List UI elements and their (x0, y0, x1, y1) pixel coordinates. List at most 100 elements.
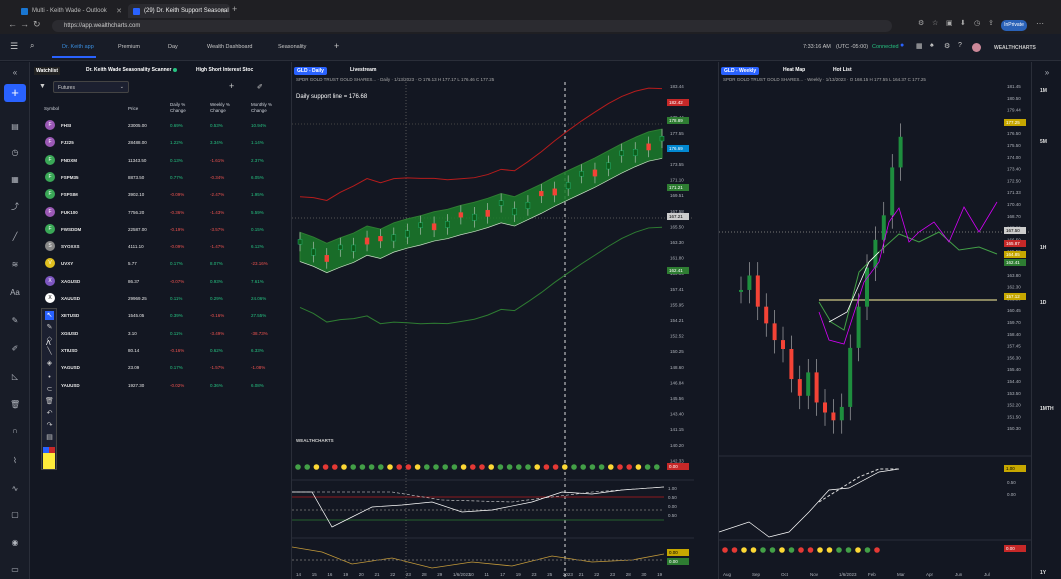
watchlist-row[interactable]: F FJ225 28488.00 1.22% 3.34% 1.14% (31, 134, 289, 151)
search-icon[interactable]: ⌕ (30, 41, 34, 51)
back-icon[interactable]: ← (8, 19, 17, 29)
collections-icon[interactable]: ▣ (946, 19, 953, 27)
brush-icon[interactable]: ✎ (10, 316, 20, 326)
watchlist-row[interactable]: X XETUSD 1545.05 0.39% -0.16% 27.55% (31, 307, 289, 324)
watchlist-row[interactable]: X XGIUSD 3.10 0.11% -3.49% -38.73% (31, 325, 289, 342)
avatar[interactable] (972, 43, 981, 52)
tab-gld-daily[interactable]: GLD - Daily (294, 67, 327, 75)
settings-icon[interactable]: ⚙ (944, 42, 950, 50)
fib-icon[interactable]: ≋ (10, 260, 20, 270)
tab-gld-weekly[interactable]: GLD - Weekly (721, 67, 760, 75)
timeframe-1m[interactable]: 1M (1040, 88, 1047, 94)
redo-icon[interactable]: ↷ (45, 421, 54, 430)
expand-icon[interactable]: » (1042, 68, 1052, 78)
undo-icon[interactable]: ↶ (45, 409, 54, 418)
header-daily[interactable]: Daily % Change (170, 102, 196, 114)
watchlist-select[interactable]: Futures ⌄ (53, 81, 129, 93)
watchlist-row[interactable]: S SYOXXS 4111.10 -0.09% -1.47% 6.12% (31, 238, 289, 255)
timeframe-1d[interactable]: 1D (1040, 300, 1046, 306)
trash-icon[interactable]: 🗑 (45, 397, 54, 406)
nav-premium[interactable]: Premium (118, 44, 140, 50)
add-chart-button[interactable]: + (4, 84, 26, 102)
header-monthly[interactable]: Monthly % Change (251, 102, 279, 114)
bottom-icon[interactable]: ▭ (10, 565, 20, 575)
ruler-icon[interactable]: ✐ (10, 344, 20, 354)
filter-icon[interactable]: ▼ (39, 83, 46, 90)
watchlist-row[interactable]: X XTIUSD 80.14 -0.16% 0.62% 6.33% (31, 342, 289, 359)
nav-wealth-dashboard[interactable]: Wealth Dashboard (207, 44, 252, 50)
measure-icon[interactable]: ◺ (10, 372, 20, 382)
add-symbol-button[interactable]: + (229, 81, 234, 91)
tab-seasonality-scanner[interactable]: Dr. Keith Wade Seasonality Scanner (86, 67, 171, 73)
clipboard-icon[interactable]: ▤ (45, 433, 54, 442)
line-tool-icon[interactable]: ╱ (10, 232, 20, 242)
marker-icon[interactable]: ◈ (45, 359, 54, 368)
timeframe-1y[interactable]: 1Y (1040, 570, 1046, 576)
watchlist-row[interactable]: F FWSDDM 22587.00 -0.19% -3.57% 0.15% (31, 221, 289, 238)
clock-icon[interactable]: ◷ (10, 148, 20, 158)
timezone[interactable]: (UTC -05:00) (836, 44, 868, 50)
new-tab-icon[interactable]: + (232, 4, 237, 14)
eye-icon[interactable]: ◉ (10, 538, 20, 548)
watchlist-row[interactable]: F FSPSIM 3902.10 -0.09% -2.47% 1.95% (31, 186, 289, 203)
cursor-icon[interactable]: ↖ (45, 311, 54, 320)
watchlist-row[interactable]: Y YAGUSD 23.09 0.17% -1.57% -1.08% (31, 359, 289, 376)
color-yellow-swatch[interactable] (43, 453, 55, 469)
tab-high-short-interest[interactable]: High Short Interest Stoc (196, 67, 253, 73)
nav-dr-keith-app[interactable]: Dr. Keith app (62, 44, 94, 50)
tab-watchlist[interactable]: Watchlist (34, 67, 61, 75)
downloads-icon[interactable]: ⬇ (960, 19, 966, 27)
watchlist-row[interactable]: F FHSI 23005.00 0.69% 0.53% 10.94% (31, 117, 289, 134)
tab-livestream[interactable]: Livestream (350, 67, 376, 73)
brush-icon[interactable]: ╲ (45, 347, 54, 356)
daily-chart-canvas[interactable]: 183.44181.44179.44177.55175.00173.55171.… (292, 82, 694, 579)
browser-tab-outlook[interactable]: Multi - Keith Wade - Outlook ✕ (16, 4, 126, 18)
wave-icon[interactable]: ∿ (10, 484, 20, 494)
indicator-icon[interactable]: ⌇ (10, 456, 20, 466)
magnet-icon[interactable]: ∩ (10, 426, 20, 436)
more-icon[interactable]: ⋯ (1036, 19, 1044, 28)
share-icon[interactable]: ⇪ (988, 19, 994, 27)
timeframe-1mth[interactable]: 1MTH (1040, 406, 1054, 412)
watchlist-row[interactable]: X XAUUSD 29969.25 0.11% 0.29% 24.06% (31, 290, 289, 307)
text-tool-icon[interactable]: Aa (10, 288, 20, 298)
text-annotation-icon[interactable]: Λ (46, 340, 51, 347)
add-tab-button[interactable]: + (334, 41, 339, 51)
dot-icon[interactable]: • (45, 373, 54, 382)
trend-icon[interactable]: ⤴ (10, 202, 20, 212)
favorites-icon[interactable]: ☆ (932, 19, 938, 27)
header-price[interactable]: Price (128, 106, 138, 112)
pin-icon[interactable]: ✐ (257, 83, 263, 91)
timeframe-5m[interactable]: 5M (1040, 139, 1047, 145)
bell-icon[interactable]: ♠ (930, 42, 934, 49)
weekly-chart-canvas[interactable]: 181.45180.50179.44177.55176.50175.50174.… (719, 82, 1031, 579)
pencil-icon[interactable]: ✎ (45, 323, 54, 332)
timeframe-1h[interactable]: 1H (1040, 245, 1046, 251)
watchlist-row[interactable]: F FNDXM 11343.50 0.13% -1.61% 2.37% (31, 152, 289, 169)
forward-icon[interactable]: → (20, 19, 29, 29)
close-icon[interactable]: ✕ (116, 7, 122, 15)
calendar-icon[interactable]: ▦ (10, 175, 20, 185)
lock-icon[interactable]: ▢ (10, 510, 20, 520)
watchlist-row[interactable]: Y YAUUSD 1927.30 -0.02% 0.36% 6.08% (31, 377, 289, 394)
layout-icon[interactable]: ▦ (916, 42, 923, 50)
header-symbol[interactable]: Symbol (44, 106, 59, 112)
watchlist-row[interactable]: F FUK100 7756.20 -0.36% -1.43% 5.59% (31, 204, 289, 221)
tab-hot-list[interactable]: Hot List (833, 67, 852, 73)
close-icon[interactable]: ✕ (220, 7, 226, 15)
reload-icon[interactable]: ↻ (33, 19, 41, 30)
help-icon[interactable]: ? (958, 42, 962, 49)
menu-icon[interactable]: ☰ (10, 41, 18, 52)
header-weekly[interactable]: Weekly % Change (210, 102, 238, 114)
collapse-icon[interactable]: « (10, 68, 20, 78)
inprivate-badge[interactable]: InPrivate (1001, 20, 1027, 31)
watchlist-row[interactable]: X XAGUSD 86.37 -0.07% 0.93% 7.61% (31, 273, 289, 290)
tab-heat-map[interactable]: Heat Map (783, 67, 805, 73)
address-bar[interactable]: https://app.wealthcharts.com (52, 20, 892, 32)
nav-seasonality[interactable]: Seasonality (278, 44, 306, 50)
watchlist-row[interactable]: F FSPM35 8873.50 0.77% -0.34% 6.05% (31, 169, 289, 186)
watchlist-row[interactable]: V UVXY 5.77 0.17% 8.07% -23.16% (31, 255, 289, 272)
trash-icon[interactable]: 🗑 (10, 400, 20, 410)
history-icon[interactable]: ◷ (974, 19, 980, 27)
browser-tab-wealthcharts[interactable]: (29) Dr. Keith Support Seasonal ✕ (128, 4, 230, 18)
